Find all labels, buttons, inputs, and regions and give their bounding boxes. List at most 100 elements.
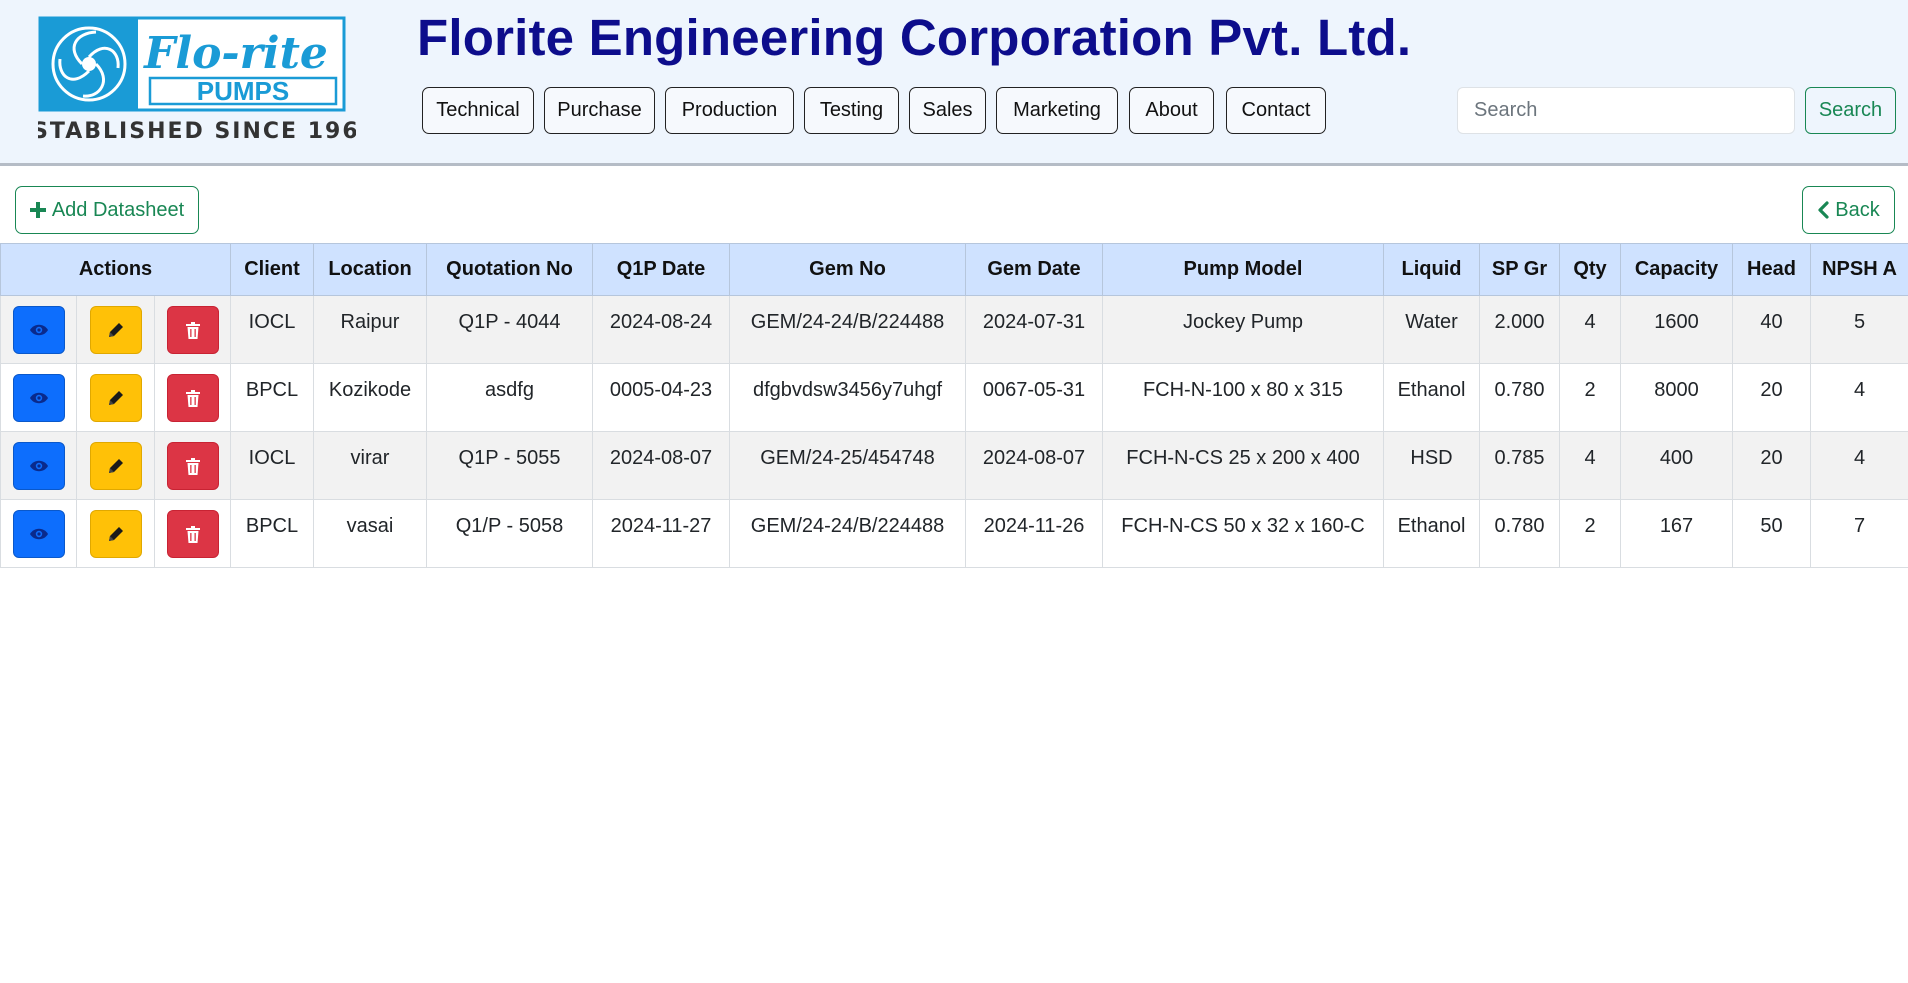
view-button[interactable]	[12, 510, 65, 558]
pencil-icon	[107, 525, 125, 543]
back-button[interactable]: Back	[1802, 186, 1895, 234]
datasheet-table-container: Actions Client Location Quotation No Q1P…	[0, 243, 1908, 568]
table-cell: IOCL	[230, 295, 314, 364]
column-header[interactable]: Location	[313, 243, 427, 296]
column-header[interactable]: Liquid	[1383, 243, 1480, 296]
svg-text:Flo-rite: Flo-rite	[142, 28, 328, 79]
edit-button[interactable]	[89, 442, 142, 490]
column-header[interactable]: Pump Model	[1102, 243, 1384, 296]
nav-production[interactable]: Production	[665, 87, 794, 134]
view-button[interactable]	[12, 442, 65, 490]
pencil-icon	[107, 321, 125, 339]
table-cell: 2.000	[1479, 295, 1560, 364]
search-button[interactable]: Search	[1805, 87, 1896, 134]
table-cell: BPCL	[230, 499, 314, 568]
column-header[interactable]: Client	[230, 243, 314, 296]
delete-button[interactable]	[166, 442, 219, 490]
table-cell: 40	[1732, 295, 1811, 364]
add-datasheet-label: Add Datasheet	[51, 198, 185, 221]
table-cell: HSD	[1383, 431, 1480, 500]
back-label: Back	[1835, 198, 1880, 221]
table-cell: 2024-08-07	[965, 431, 1103, 500]
table-cell: 2024-08-24	[592, 295, 730, 364]
actions-cell	[76, 431, 155, 500]
table-cell: 0.780	[1479, 363, 1560, 432]
delete-button[interactable]	[166, 510, 219, 558]
plus-icon	[29, 202, 46, 218]
eye-icon	[29, 391, 49, 405]
table-cell: GEM/24-25/454748	[729, 431, 966, 500]
column-header[interactable]: SP Gr	[1479, 243, 1560, 296]
column-header[interactable]: Head	[1732, 243, 1811, 296]
table-cell: Q1/P - 5058	[426, 499, 593, 568]
chevron-left-icon	[1818, 201, 1829, 219]
actions-cell	[76, 295, 155, 364]
actions-cell	[0, 499, 77, 568]
column-header[interactable]: Qty	[1559, 243, 1621, 296]
table-cell: 0005-04-23	[592, 363, 730, 432]
table-cell: 4	[1559, 295, 1621, 364]
table-cell: asdfg	[426, 363, 593, 432]
actions-cell	[154, 295, 231, 364]
nav-contact[interactable]: Contact	[1226, 87, 1326, 134]
table-cell: GEM/24-24/B/224488	[729, 499, 966, 568]
table-cell: GEM/24-24/B/224488	[729, 295, 966, 364]
table-cell: 0067-05-31	[965, 363, 1103, 432]
nav-sales[interactable]: Sales	[909, 87, 986, 134]
eye-icon	[29, 323, 49, 337]
table-cell: Water	[1383, 295, 1480, 364]
table-cell: 20	[1732, 363, 1811, 432]
delete-button[interactable]	[166, 374, 219, 422]
view-button[interactable]	[12, 306, 65, 354]
site-header: Flo-rite PUMPS ESTABLISHED SINCE 1962 Fl…	[0, 0, 1908, 166]
table-cell: FCH-N-100 x 80 x 315	[1102, 363, 1384, 432]
edit-button[interactable]	[89, 374, 142, 422]
table-cell: 5	[1810, 295, 1908, 364]
table-cell: 2024-11-26	[965, 499, 1103, 568]
table-cell: 2024-07-31	[965, 295, 1103, 364]
table-cell: BPCL	[230, 363, 314, 432]
table-cell: FCH-N-CS 25 x 200 x 400	[1102, 431, 1384, 500]
column-header-actions: Actions	[0, 243, 231, 296]
column-header[interactable]: Quotation No	[426, 243, 593, 296]
table-row: BPCL Kozikode asdfg 0005-04-23 dfgbvdsw3456y…	[0, 363, 1908, 432]
view-button[interactable]	[12, 374, 65, 422]
actions-cell	[0, 363, 77, 432]
table-cell: Jockey Pump	[1102, 295, 1384, 364]
actions-cell	[154, 499, 231, 568]
delete-button[interactable]	[166, 306, 219, 354]
table-row: BPCL vasai Q1/P - 5058 2024-11-27 GEM/24-24/…	[0, 499, 1908, 568]
column-header[interactable]: Q1P Date	[592, 243, 730, 296]
column-header[interactable]: Gem Date	[965, 243, 1103, 296]
add-datasheet-button[interactable]: Add Datasheet	[15, 186, 199, 234]
actions-cell	[154, 363, 231, 432]
edit-button[interactable]	[89, 306, 142, 354]
actions-cell	[0, 431, 77, 500]
table-cell: 2024-11-27	[592, 499, 730, 568]
table-cell: 4	[1559, 431, 1621, 500]
table-header-row: Actions Client Location Quotation No Q1P…	[0, 243, 1908, 296]
table-cell: Q1P - 4044	[426, 295, 593, 364]
column-header[interactable]: Capacity	[1620, 243, 1733, 296]
table-cell: 20	[1732, 431, 1811, 500]
nav-about[interactable]: About	[1129, 87, 1214, 134]
nav-purchase[interactable]: Purchase	[544, 87, 655, 134]
search-input[interactable]	[1457, 87, 1795, 134]
table-cell: 4	[1810, 363, 1908, 432]
table-cell: 167	[1620, 499, 1733, 568]
edit-button[interactable]	[89, 510, 142, 558]
nav-technical[interactable]: Technical	[422, 87, 534, 134]
datasheet-table: Actions Client Location Quotation No Q1P…	[0, 243, 1908, 568]
column-header[interactable]: NPSH A	[1810, 243, 1908, 296]
actions-cell	[76, 363, 155, 432]
table-cell: 2	[1559, 363, 1621, 432]
table-cell: Kozikode	[313, 363, 427, 432]
nav-marketing[interactable]: Marketing	[996, 87, 1118, 134]
eye-icon	[29, 527, 49, 541]
pencil-icon	[107, 389, 125, 407]
pencil-icon	[107, 457, 125, 475]
nav-testing[interactable]: Testing	[804, 87, 899, 134]
florite-logo[interactable]: Flo-rite PUMPS ESTABLISHED SINCE 1962	[38, 16, 356, 144]
table-cell: 1600	[1620, 295, 1733, 364]
column-header[interactable]: Gem No	[729, 243, 966, 296]
